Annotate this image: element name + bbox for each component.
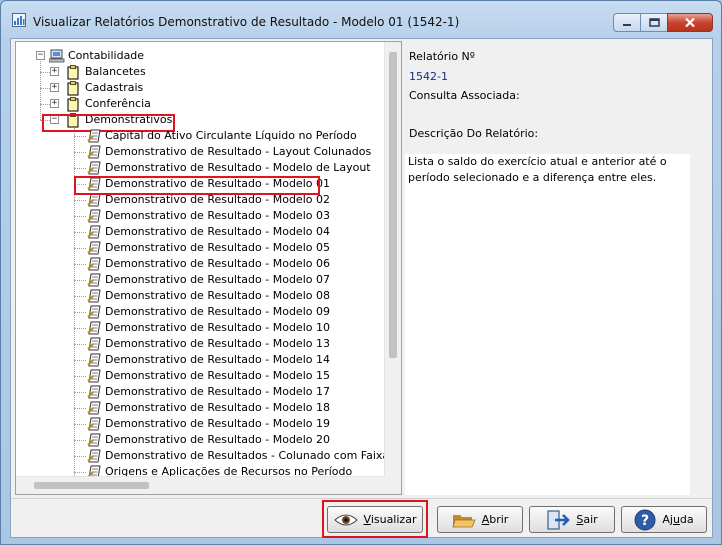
tree-report-label: Demonstrativo de Resultado - Modelo 03 bbox=[105, 209, 330, 222]
report-document-icon bbox=[87, 289, 101, 303]
report-details-panel: Relatório Nº 1542-1 Consulta Associada: … bbox=[405, 41, 711, 495]
computer-icon bbox=[49, 49, 65, 63]
tree-report-label: Demonstrativo de Resultado - Modelo 19 bbox=[105, 417, 330, 430]
report-number-value: 1542-1 bbox=[409, 70, 448, 83]
abrir-label: Abrir bbox=[481, 513, 509, 526]
report-document-icon bbox=[87, 465, 101, 476]
expand-icon[interactable]: + bbox=[50, 99, 59, 108]
report-document-icon bbox=[87, 337, 101, 351]
maximize-icon bbox=[648, 18, 660, 27]
tree-report-label: Demonstrativo de Resultado - Modelo 07 bbox=[105, 273, 330, 286]
expand-icon[interactable]: + bbox=[50, 67, 59, 76]
sair-label: Sair bbox=[576, 513, 598, 526]
report-document-icon bbox=[87, 385, 101, 399]
report-app-icon bbox=[12, 13, 26, 27]
report-document-icon bbox=[87, 209, 101, 223]
tree-report-label: Demonstrativo de Resultado - Modelo 06 bbox=[105, 257, 330, 270]
report-document-icon bbox=[87, 193, 101, 207]
description-label: Descrição Do Relatório: bbox=[409, 127, 539, 140]
report-tree[interactable]: − Contabilidade + Balancetes + Cadastrai… bbox=[15, 41, 402, 495]
tree-folder-label: Cadastrais bbox=[85, 81, 144, 94]
tree-report-label: Demonstrativo de Resultado - Modelo 15 bbox=[105, 369, 330, 382]
description-scrollbar[interactable] bbox=[690, 154, 707, 495]
tree-root-label: Contabilidade bbox=[68, 49, 145, 62]
report-document-icon bbox=[87, 401, 101, 415]
associated-query-label: Consulta Associada: bbox=[409, 89, 520, 102]
description-text: Lista o saldo do exercício atual e anter… bbox=[408, 155, 667, 184]
report-document-icon bbox=[87, 145, 101, 159]
tree-report-label: Capital do Ativo Circulante Líquido no P… bbox=[105, 129, 357, 142]
tree-report-label: Demonstrativo de Resultado - Modelo 10 bbox=[105, 321, 330, 334]
selected-report-highlight bbox=[74, 176, 320, 195]
clipboard-icon bbox=[67, 97, 79, 112]
report-document-icon bbox=[87, 257, 101, 271]
minimize-icon bbox=[623, 23, 631, 26]
report-document-icon bbox=[87, 225, 101, 239]
help-icon: ? bbox=[634, 509, 656, 530]
button-bar: Visualizar Abrir Sair ? Ajuda bbox=[11, 498, 712, 538]
report-document-icon bbox=[87, 321, 101, 335]
tree-report-label: Origens e Aplicações de Recursos no Perí… bbox=[105, 465, 353, 476]
tree-report-label: Demonstrativo de Resultados - Colunado c… bbox=[105, 449, 384, 462]
abrir-button[interactable]: Abrir bbox=[437, 506, 523, 533]
report-viewer-window: Visualizar Relatórios Demonstrativo de R… bbox=[0, 0, 722, 545]
exit-icon bbox=[547, 509, 571, 530]
tree-vertical-scroll-thumb[interactable] bbox=[389, 52, 397, 358]
visualizar-label: Visualizar bbox=[363, 513, 417, 526]
sair-button[interactable]: Sair bbox=[529, 506, 615, 533]
tree-report-label: Demonstrativo de Resultado - Modelo 18 bbox=[105, 401, 330, 414]
tree-report-label: Demonstrativo de Resultado - Modelo 09 bbox=[105, 305, 330, 318]
tree-horizontal-scrollbar[interactable] bbox=[16, 476, 384, 494]
tree-horizontal-scroll-thumb[interactable] bbox=[34, 482, 149, 489]
report-number-label: Relatório Nº bbox=[409, 50, 475, 63]
tree-report-label: Demonstrativo de Resultado - Modelo 20 bbox=[105, 433, 330, 446]
tree-vertical-scrollbar[interactable] bbox=[384, 42, 401, 476]
tree-report-label: Demonstrativo de Resultado - Modelo 05 bbox=[105, 241, 330, 254]
report-document-icon bbox=[87, 129, 101, 143]
title-bar[interactable]: Visualizar Relatórios Demonstrativo de R… bbox=[1, 1, 721, 37]
window-title: Visualizar Relatórios Demonstrativo de R… bbox=[33, 15, 460, 29]
close-icon bbox=[685, 17, 695, 28]
maximize-button[interactable] bbox=[640, 13, 667, 32]
collapse-icon[interactable]: − bbox=[36, 51, 45, 60]
ajuda-button[interactable]: ? Ajuda bbox=[621, 506, 707, 533]
tree-report-label: Demonstrativo de Resultado - Layout Colu… bbox=[105, 145, 372, 158]
clipboard-icon bbox=[67, 81, 79, 96]
expand-icon[interactable]: + bbox=[50, 83, 59, 92]
report-document-icon bbox=[87, 161, 101, 175]
ajuda-label: Ajuda bbox=[662, 513, 694, 526]
svg-text:?: ? bbox=[641, 513, 649, 529]
report-document-icon bbox=[87, 369, 101, 383]
tree-folder-label: Conferência bbox=[85, 97, 151, 110]
visualizar-button[interactable]: Visualizar bbox=[327, 506, 423, 533]
tree-report-label: Demonstrativo de Resultado - Modelo 04 bbox=[105, 225, 330, 238]
eye-icon bbox=[333, 514, 358, 525]
tree-report-label: Demonstrativo de Resultado - Modelo de L… bbox=[105, 161, 371, 174]
open-folder-icon bbox=[452, 514, 476, 527]
report-document-icon bbox=[87, 353, 101, 367]
tree-report-label: Demonstrativo de Resultado - Modelo 14 bbox=[105, 353, 330, 366]
report-document-icon bbox=[87, 273, 101, 287]
client-area: − Contabilidade + Balancetes + Cadastrai… bbox=[10, 38, 713, 538]
tree-report-label: Demonstrativo de Resultado - Modelo 17 bbox=[105, 385, 330, 398]
minimize-button[interactable] bbox=[613, 13, 640, 32]
report-document-icon bbox=[87, 305, 101, 319]
close-button[interactable] bbox=[667, 13, 713, 32]
description-text-area[interactable]: Lista o saldo do exercício atual e anter… bbox=[405, 154, 707, 495]
clipboard-icon bbox=[67, 65, 79, 80]
report-document-icon bbox=[87, 241, 101, 255]
report-document-icon bbox=[87, 433, 101, 447]
tree-report-label: Demonstrativo de Resultado - Modelo 13 bbox=[105, 337, 330, 350]
report-document-icon bbox=[87, 417, 101, 431]
tree-folder-label: Balancetes bbox=[85, 65, 146, 78]
report-document-icon bbox=[87, 449, 101, 463]
tree-report-label: Demonstrativo de Resultado - Modelo 08 bbox=[105, 289, 330, 302]
